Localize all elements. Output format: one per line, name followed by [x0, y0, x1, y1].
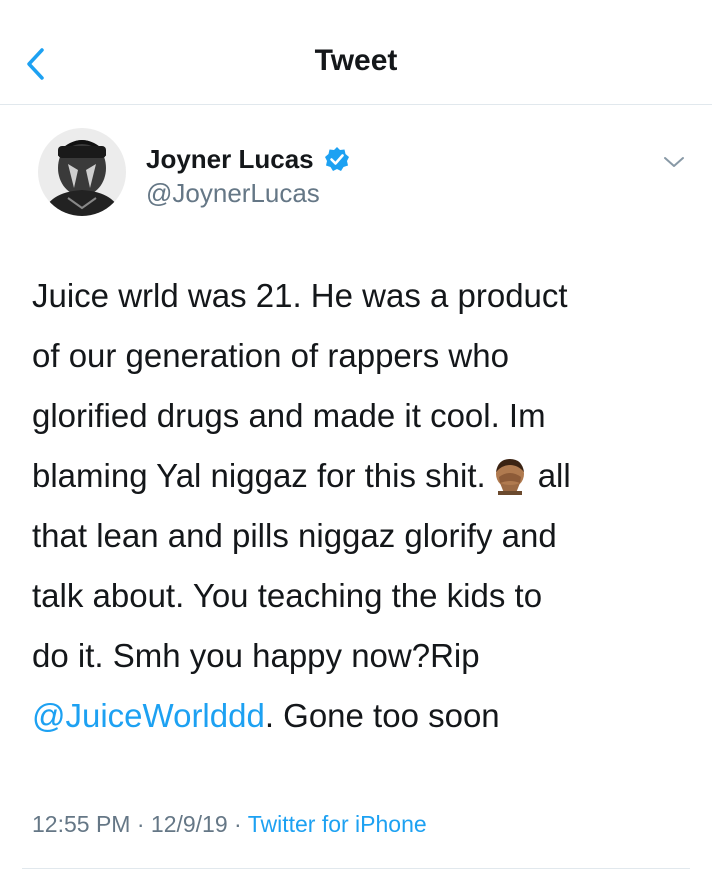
chevron-down-icon [664, 157, 684, 167]
tweet-line: Juice wrld was 21. He was a product [32, 277, 568, 314]
tweet-line-text: . Gone too soon [264, 697, 500, 734]
tweet-time: 12:55 PM [32, 811, 131, 837]
tweet-menu-button[interactable] [660, 150, 688, 174]
avatar[interactable] [38, 128, 126, 216]
tweet-line: of our generation of rappers who [32, 337, 509, 374]
divider [22, 868, 690, 869]
tweet-line: @JuiceWorlddd. Gone too soon [32, 686, 692, 746]
tweet-line: that lean and pills niggaz glorify and [32, 517, 557, 554]
tweet-date: 12/9/19 [150, 811, 228, 837]
meta-separator: · [234, 811, 242, 837]
meta-separator: · [136, 811, 145, 837]
tweet-line: do it. Smh you happy now?Rip [32, 637, 480, 674]
tweet-line-text: blaming Yal niggaz for this shit. [32, 457, 486, 494]
tweet-line: glorified drugs and made it cool. Im [32, 397, 546, 434]
tweet-text: Juice wrld was 21. He was a product of o… [32, 266, 692, 746]
tweet-meta: 12:55 PM · 12/9/19 · Twitter for iPhone [32, 811, 427, 838]
tweet-source-link[interactable]: Twitter for iPhone [248, 811, 427, 837]
tweet-line-text: all [537, 457, 571, 494]
top-bar: Tweet [0, 0, 712, 105]
verified-badge-icon [324, 147, 349, 171]
tweet-line: blaming Yal niggaz for this shit. all [32, 446, 692, 506]
mention-link[interactable]: @JuiceWorlddd [32, 697, 265, 734]
author-handle[interactable]: @JoynerLucas [146, 178, 320, 209]
facepalm-emoji-icon [495, 459, 524, 495]
page-title: Tweet [314, 44, 398, 77]
author-name-row[interactable]: Joyner Lucas [146, 143, 350, 175]
tweet-line: talk about. You teaching the kids to [32, 577, 543, 614]
author-name: Joyner Lucas [146, 143, 314, 174]
